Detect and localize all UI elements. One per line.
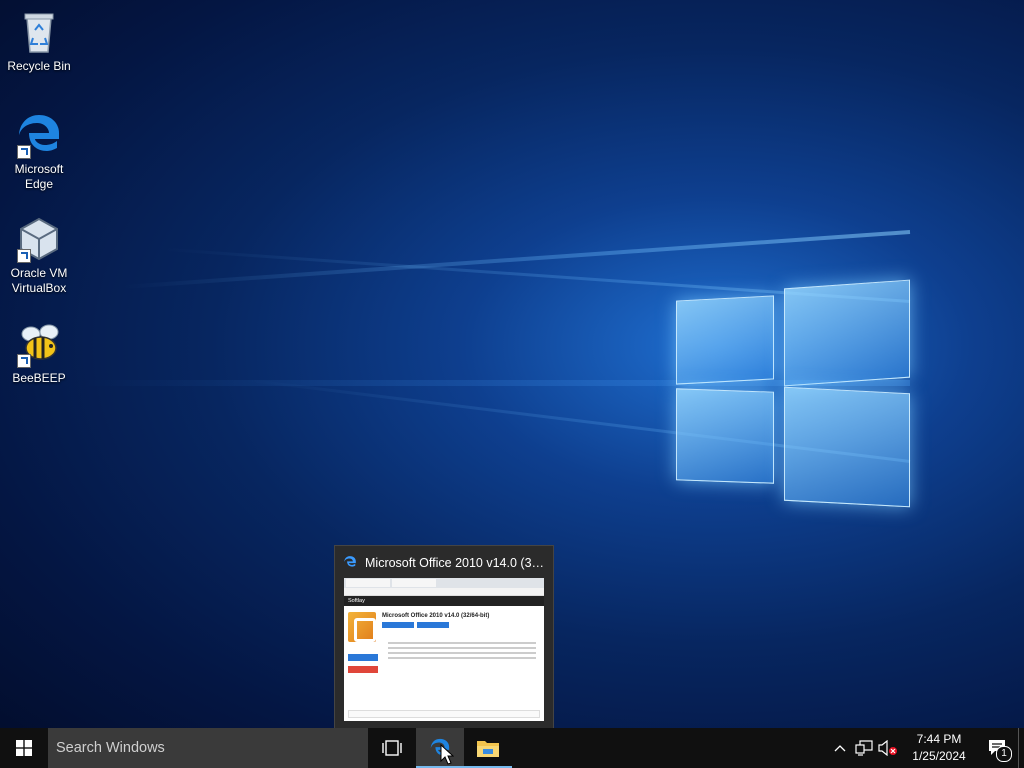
show-hidden-icons-button[interactable] xyxy=(828,728,852,768)
desktop-icon-virtualbox[interactable]: Oracle VM VirtualBox xyxy=(0,215,78,296)
edge-icon xyxy=(15,111,63,159)
shortcut-arrow-icon xyxy=(17,145,31,159)
edge-icon xyxy=(343,555,357,572)
task-view-icon xyxy=(382,740,402,756)
system-tray: 7:44 PM 1/25/2024 1 xyxy=(828,728,1024,768)
site-nav: Softlay xyxy=(344,596,544,606)
virtualbox-icon xyxy=(15,215,63,263)
shortcut-arrow-icon xyxy=(17,249,31,263)
volume-button[interactable] xyxy=(876,728,900,768)
taskbar: Search Windows 7:44 PM 1/25/2024 1 xyxy=(0,728,1024,768)
site-name: Softlay xyxy=(348,598,365,604)
windows-logo-icon xyxy=(16,740,32,756)
thumbnail-title-bar: Microsoft Office 2010 v14.0 (32/... xyxy=(343,554,547,572)
volume-muted-icon xyxy=(878,740,897,756)
taskbar-thumbnail-preview[interactable]: Microsoft Office 2010 v14.0 (32/... Soft… xyxy=(334,545,554,730)
search-box[interactable]: Search Windows xyxy=(48,728,368,768)
desktop-icon-beebeep[interactable]: BeeBEEP xyxy=(0,320,78,386)
start-button[interactable] xyxy=(0,728,48,768)
thumbnail-title: Microsoft Office 2010 v14.0 (32/... xyxy=(365,556,547,570)
clock[interactable]: 7:44 PM 1/25/2024 xyxy=(900,731,978,765)
task-view-button[interactable] xyxy=(368,728,416,768)
notification-badge: 1 xyxy=(996,746,1012,762)
taskbar-file-explorer-button[interactable] xyxy=(464,728,512,768)
recycle-bin-icon xyxy=(15,8,63,56)
mouse-cursor-icon xyxy=(440,744,454,765)
office-logo-icon xyxy=(348,612,376,642)
desktop-icon-recycle-bin[interactable]: Recycle Bin xyxy=(0,8,78,74)
page-heading: Microsoft Office 2010 v14.0 (32/64-bit) xyxy=(382,613,490,619)
shortcut-arrow-icon xyxy=(17,354,31,368)
chevron-up-icon xyxy=(834,745,846,752)
thumbnail-screenshot: Softlay Microsoft Office 2010 v14.0 (32/… xyxy=(344,578,544,721)
search-placeholder: Search Windows xyxy=(56,740,165,756)
desktop-icon-microsoft-edge[interactable]: Microsoft Edge xyxy=(0,111,78,192)
clock-date: 1/25/2024 xyxy=(912,749,966,763)
clock-time: 7:44 PM xyxy=(916,732,962,746)
bee-icon xyxy=(15,320,63,368)
network-button[interactable] xyxy=(852,728,876,768)
action-center-button[interactable]: 1 xyxy=(978,728,1018,768)
show-desktop-button[interactable] xyxy=(1018,728,1024,768)
windows-logo-wallpaper xyxy=(676,270,912,508)
network-icon xyxy=(855,740,873,756)
folder-icon xyxy=(477,741,499,757)
